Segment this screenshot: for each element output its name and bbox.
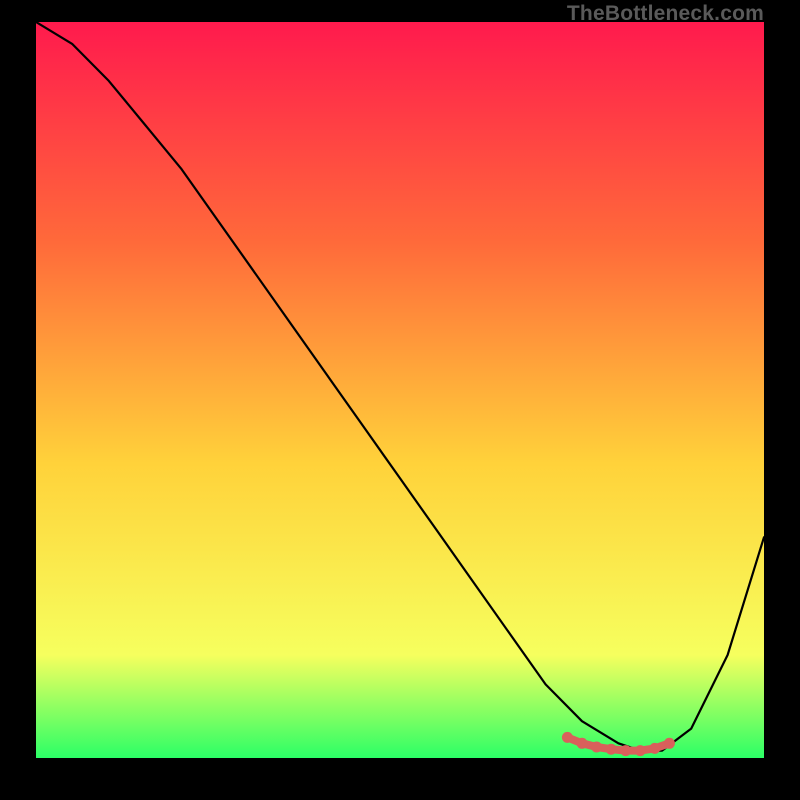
- minimum-marker-dot: [635, 745, 646, 756]
- minimum-marker-dot: [620, 745, 631, 756]
- minimum-marker-dot: [577, 738, 588, 749]
- minimum-marker-dot: [562, 732, 573, 743]
- minimum-marker-dot: [606, 744, 617, 755]
- plot-area: [36, 22, 764, 758]
- minimum-marker-dot: [664, 738, 675, 749]
- chart-svg: [36, 22, 764, 758]
- chart-frame: TheBottleneck.com: [0, 0, 800, 800]
- minimum-marker-dot: [591, 742, 602, 753]
- minimum-marker-dot: [649, 743, 660, 754]
- gradient-background: [36, 22, 764, 758]
